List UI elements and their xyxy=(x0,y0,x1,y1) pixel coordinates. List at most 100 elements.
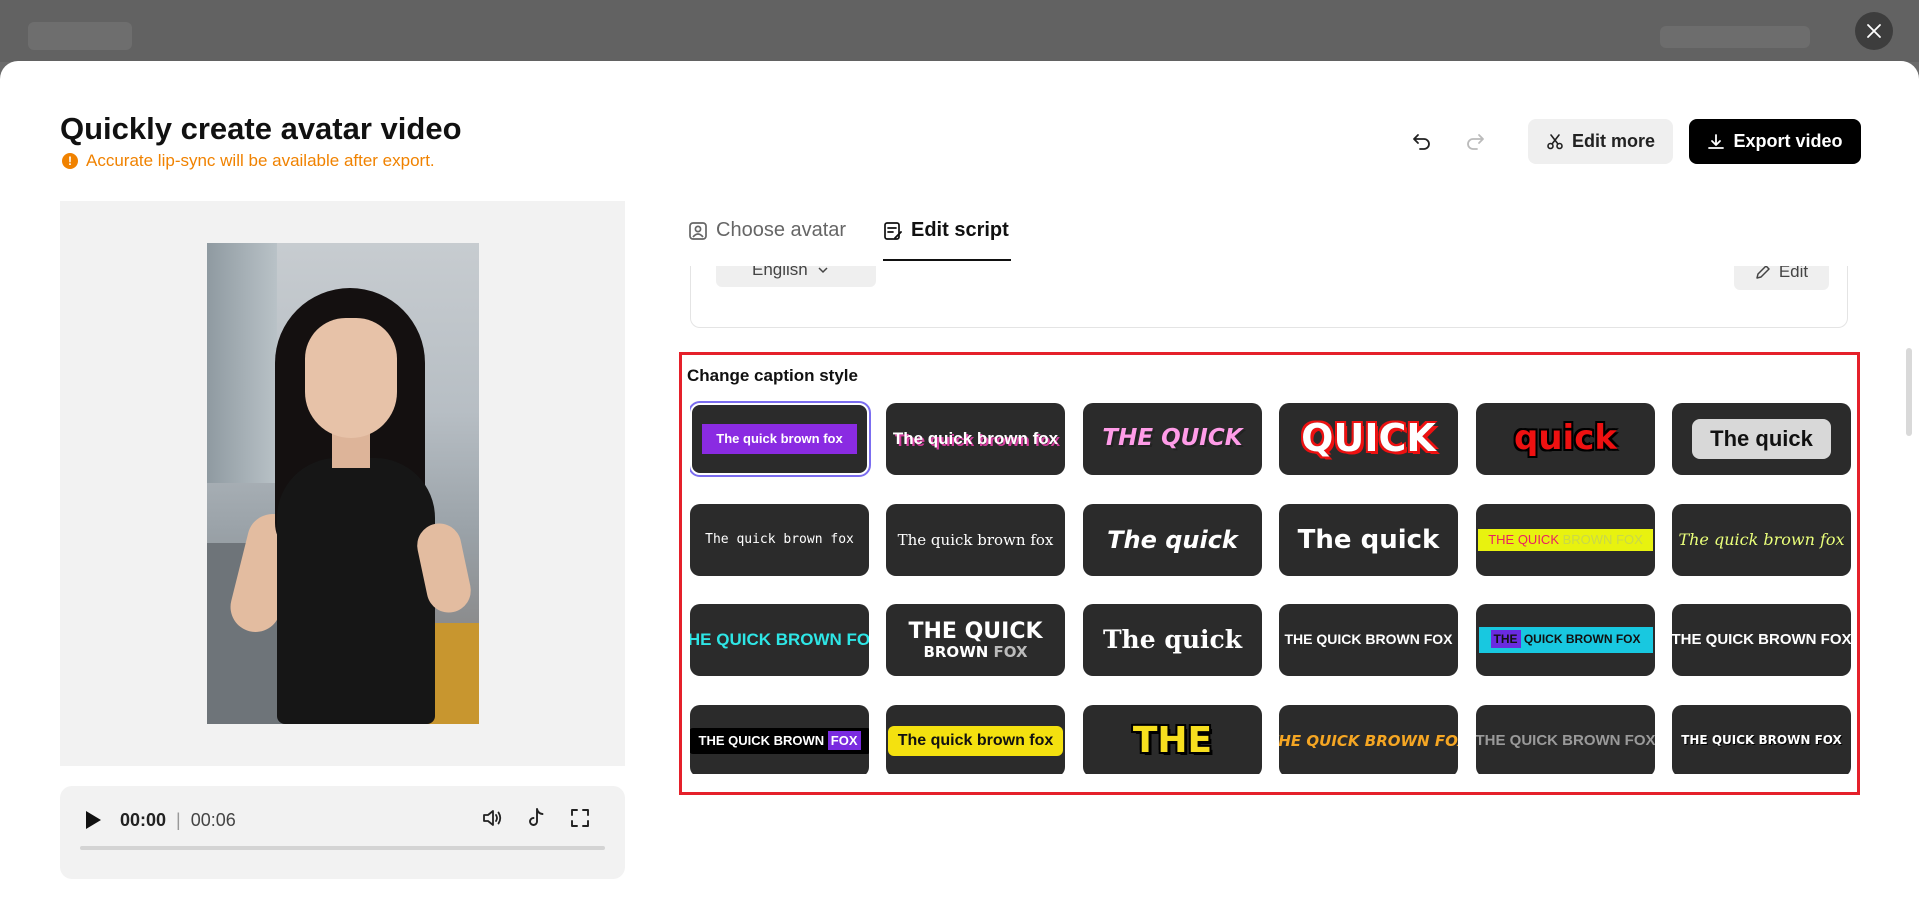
language-label: English xyxy=(752,266,808,279)
caption-style-card[interactable]: THE QUICK BROWN FOX xyxy=(886,604,1065,676)
tab-edit-script[interactable]: Edit script xyxy=(883,219,1009,242)
edit-more-button[interactable]: Edit more xyxy=(1528,119,1673,164)
backdrop-logo xyxy=(28,22,132,50)
caption-style-card[interactable]: The quick brown fox xyxy=(1672,504,1851,576)
tiktok-icon xyxy=(529,808,544,826)
play-button[interactable] xyxy=(80,808,104,837)
caption-style-card[interactable]: QUICK xyxy=(1279,403,1458,475)
caption-style-line1: THE QUICK xyxy=(908,618,1043,644)
scrollbar[interactable] xyxy=(1906,348,1912,436)
page-title: Quickly create avatar video xyxy=(60,111,462,146)
caption-style-card[interactable]: The quick brown fox xyxy=(690,504,869,576)
edit-script-button[interactable]: Edit xyxy=(1734,266,1829,290)
caption-style-text: THE QUICK BROWN FOX xyxy=(1672,630,1851,648)
caption-style-text: THE QUICK BROWN FOX xyxy=(1476,731,1655,749)
language-selector[interactable]: English xyxy=(716,266,876,287)
export-label: Export video xyxy=(1733,131,1843,151)
export-video-button[interactable]: Export video xyxy=(1689,119,1861,164)
caption-style-card[interactable]: The quick brown fox xyxy=(886,504,1065,576)
active-tab-indicator xyxy=(883,259,1011,261)
chevron-down-icon xyxy=(818,266,828,273)
avatar-video-frame[interactable] xyxy=(207,243,479,724)
caption-style-card[interactable]: The quick xyxy=(1083,604,1262,676)
tiktok-button[interactable] xyxy=(524,806,548,835)
time-display: 00:00 | 00:06 xyxy=(120,810,236,831)
caption-style-text: THE QUICK BROWN FOX xyxy=(1478,528,1653,552)
play-icon xyxy=(86,811,101,829)
caption-style-text: The quick xyxy=(1297,524,1440,555)
avatar-icon xyxy=(689,221,707,240)
progress-bar[interactable] xyxy=(80,846,605,850)
redo-button[interactable] xyxy=(1457,123,1493,159)
caption-style-card[interactable]: The quick xyxy=(1672,403,1851,475)
caption-style-text: THE QUICK BROWN FOX xyxy=(1279,731,1458,750)
caption-style-card[interactable]: THE xyxy=(1083,705,1262,774)
caption-style-card[interactable]: THE QUICK BROWN FOX xyxy=(1279,604,1458,676)
caption-style-card[interactable]: The quick xyxy=(1279,504,1458,576)
backdrop-nav xyxy=(1660,26,1810,48)
duration: 00:06 xyxy=(190,810,236,830)
current-time: 00:00 xyxy=(120,810,167,830)
fullscreen-icon xyxy=(571,809,589,827)
caption-style-text: The quick brown fox xyxy=(702,423,857,455)
caption-style-text: QUICK xyxy=(1301,416,1436,461)
caption-style-text: The quick xyxy=(1102,625,1243,655)
lip-sync-warning: ! Accurate lip-sync will be available af… xyxy=(62,151,435,171)
redo-icon xyxy=(1467,134,1484,150)
undo-icon xyxy=(1413,134,1430,150)
caption-style-card[interactable]: THE QUICK BROWN FOX xyxy=(1476,604,1655,676)
tab-choose-avatar[interactable]: Choose avatar xyxy=(688,219,846,242)
caption-style-card[interactable]: THE QUICK BROWN FOX xyxy=(690,604,869,676)
backdrop-header xyxy=(0,0,1919,62)
caption-style-text: THE QUICK BROWN FOX xyxy=(1681,733,1842,748)
time-separator: | xyxy=(176,810,181,830)
close-button[interactable] xyxy=(1855,12,1893,50)
caption-style-card[interactable]: THE QUICK BROWN FOX xyxy=(1672,705,1851,774)
volume-button[interactable] xyxy=(480,806,504,835)
close-icon xyxy=(1867,24,1881,38)
caption-style-grid: The quick brown fox The quick brown fox TH… xyxy=(690,400,1853,774)
caption-style-card[interactable]: THE QUICK BROWN FOX xyxy=(1279,705,1458,774)
edit-label: Edit xyxy=(1778,266,1809,281)
caption-style-text: The quick brown fox xyxy=(897,530,1054,549)
caption-style-card[interactable]: quick xyxy=(1476,403,1655,475)
caption-style-text: THE QUICK xyxy=(1102,425,1243,452)
caption-style-text: The quick brown fox xyxy=(705,531,854,547)
avatar-video-modal: Quickly create avatar video ! Accurate l… xyxy=(0,61,1919,901)
caption-style-text: quick xyxy=(1514,418,1617,459)
caption-style-card[interactable]: THE QUICK BROWN FOX xyxy=(1476,705,1655,774)
caption-style-text: THE QUICK BROWN FOX xyxy=(908,618,1043,661)
caption-style-card[interactable]: The quick brown fox xyxy=(886,705,1065,774)
caption-style-card[interactable]: The quick xyxy=(1083,504,1262,576)
caption-style-card[interactable]: The quick brown fox xyxy=(886,403,1065,475)
caption-style-text: The quick brown fox xyxy=(892,428,1059,448)
caption-style-text: THE QUICK BROWN FOX xyxy=(690,727,869,755)
script-card: English Edit xyxy=(690,266,1848,328)
edit-more-label: Edit more xyxy=(1571,131,1655,151)
caption-style-text: THE xyxy=(1132,720,1213,762)
caption-style-text: The quick xyxy=(1692,418,1831,460)
caption-style-text: The quick brown fox xyxy=(887,726,1064,756)
caption-style-text: THE QUICK BROWN FOX xyxy=(1284,631,1453,648)
caption-style-title: Change caption style xyxy=(687,366,858,385)
video-preview-area xyxy=(60,201,625,766)
caption-style-text: The quick xyxy=(1107,525,1238,554)
caption-style-card[interactable]: THE QUICK BROWN FOX xyxy=(1672,604,1851,676)
warning-icon: ! xyxy=(62,153,78,169)
caption-style-card[interactable]: THE QUICK xyxy=(1083,403,1262,475)
tab-choose-avatar-label: Choose avatar xyxy=(716,219,847,241)
fullscreen-button[interactable] xyxy=(568,806,592,835)
video-player-controls: 00:00 | 00:06 xyxy=(60,786,625,879)
tab-edit-script-label: Edit script xyxy=(911,219,1009,241)
undo-button[interactable] xyxy=(1404,123,1440,159)
script-icon xyxy=(884,221,902,240)
warning-text: Accurate lip-sync will be available afte… xyxy=(86,151,435,170)
pencil-icon xyxy=(1756,266,1770,279)
caption-style-line2: BROWN FOX xyxy=(923,642,1028,661)
caption-style-card[interactable]: The quick brown fox xyxy=(690,401,871,477)
volume-icon xyxy=(483,810,502,826)
caption-style-card[interactable]: THE QUICK BROWN FOX xyxy=(690,705,869,774)
caption-style-text: THE QUICK BROWN FOX xyxy=(1478,627,1653,653)
caption-style-card[interactable]: THE QUICK BROWN FOX xyxy=(1476,504,1655,576)
scissors-icon xyxy=(1547,133,1563,149)
